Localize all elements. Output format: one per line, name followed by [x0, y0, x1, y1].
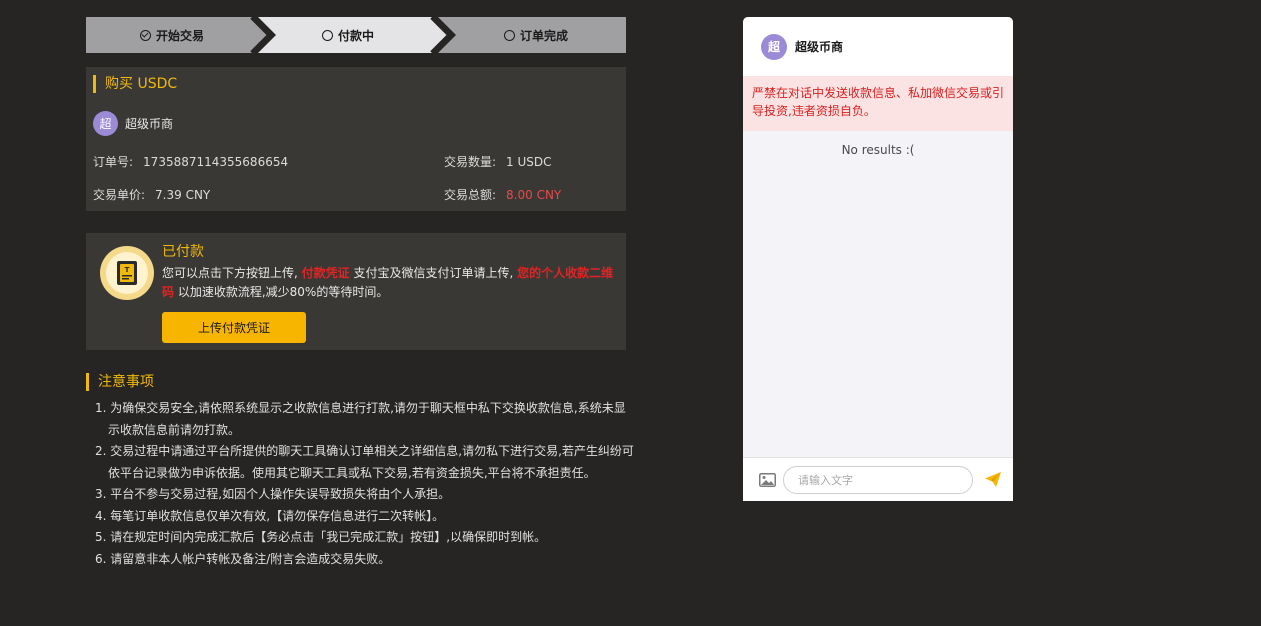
merchant-info: 超 超级币商	[93, 111, 173, 136]
unit-price-row: 交易单价: 7.39 CNY	[93, 186, 210, 203]
order-details-panel: 购买 USDC 超 超级币商 订单号: 1735887114355686654 交…	[86, 67, 626, 211]
paid-desc-text: 以加速收款流程,减少80%的等待时间。	[177, 285, 389, 299]
quantity-label: 交易数量:	[444, 155, 497, 169]
quantity-row: 交易数量: 1 USDC	[444, 153, 552, 170]
upload-payment-proof-button[interactable]: 上传付款凭证	[162, 312, 306, 343]
unit-price-value: 7.39 CNY	[155, 188, 211, 202]
circle-icon	[321, 29, 333, 41]
order-number-row: 订单号: 1735887114355686654	[93, 153, 288, 170]
chat-empty-text: No results :(	[841, 143, 915, 157]
paid-status-title: 已付款	[162, 244, 204, 260]
quantity-value: 1 USDC	[506, 155, 552, 169]
payment-status-panel: T 已付款 您可以点击下方按钮上传, 付款凭证 支付宝及微信支付订单请上传, 您…	[86, 233, 626, 350]
check-circle-icon	[139, 29, 151, 41]
order-number-label: 订单号:	[93, 155, 134, 169]
receipt-icon: T	[100, 246, 154, 300]
image-icon[interactable]	[759, 473, 776, 487]
step-order-complete: 订单完成	[446, 17, 626, 53]
paid-desc-highlight: 付款凭证	[301, 266, 350, 280]
step-label: 订单完成	[519, 28, 568, 43]
order-title: 购买 USDC	[93, 75, 177, 93]
list-item: 3. 平台不参与交易过程,如因个人操作失误导致损失将由个人承担。	[95, 487, 451, 501]
order-stepper: 开始交易 付款中 订单完成	[86, 17, 626, 53]
list-item: 2. 交易过程中请通过平台所提供的聊天工具确认订单相关之详细信息,请勿私下进行交…	[95, 444, 634, 480]
chat-panel: 超 超级币商 严禁在对话中发送收款信息、私加微信交易或引导投资,违者资损自负。 …	[743, 17, 1013, 501]
step-start-trade: 开始交易	[86, 17, 258, 53]
total-row: 交易总额: 8.00 CNY	[444, 186, 561, 203]
paid-instructions: 您可以点击下方按钮上传, 付款凭证 支付宝及微信支付订单请上传, 您的个人收款二…	[162, 264, 618, 302]
paid-desc-text: 支付宝及微信支付订单请上传,	[353, 266, 514, 280]
chat-header: 超 超级币商	[743, 17, 1013, 76]
total-label: 交易总额:	[444, 188, 497, 202]
svg-text:T: T	[125, 266, 130, 274]
total-value: 8.00 CNY	[506, 188, 562, 202]
list-item: 6. 请留意非本人帐户转帐及备注/附言会造成交易失败。	[95, 551, 391, 566]
chat-message-input[interactable]	[783, 466, 973, 494]
chat-input-bar	[743, 457, 1013, 501]
merchant-avatar: 超	[93, 111, 118, 136]
chat-avatar: 超	[761, 33, 787, 60]
unit-price-label: 交易单价:	[93, 188, 146, 202]
order-number-value: 1735887114355686654	[143, 155, 289, 169]
list-item: 5. 请在规定时间内完成汇款后【务必点击「我已完成汇款」按钮】,以确保即时到帐。	[95, 530, 547, 544]
merchant-name: 超级币商	[125, 117, 174, 131]
notes-title: 注意事项	[86, 373, 154, 391]
chat-merchant-name: 超级币商	[795, 40, 844, 54]
list-item: 4. 每笔订单收款信息仅单次有效,【请勿保存信息进行二次转帐】。	[95, 508, 445, 523]
send-icon[interactable]	[985, 472, 1001, 487]
chat-warning-banner: 严禁在对话中发送收款信息、私加微信交易或引导投资,违者资损自负。	[743, 76, 1013, 131]
paid-desc-text: 您可以点击下方按钮上传,	[162, 266, 298, 280]
circle-icon	[503, 29, 515, 41]
step-paying: 付款中	[258, 17, 438, 53]
step-label: 付款中	[337, 28, 374, 43]
list-item: 1. 为确保交易安全,请依照系统显示之收款信息进行打款,请勿于聊天框中私下交换收…	[95, 401, 626, 437]
notes-list: 1. 为确保交易安全,请依照系统显示之收款信息进行打款,请勿于聊天框中私下交换收…	[95, 398, 635, 570]
step-label: 开始交易	[155, 28, 204, 43]
